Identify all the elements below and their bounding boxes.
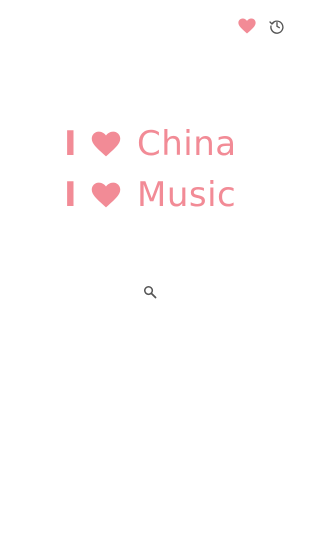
search-button[interactable] [141, 283, 159, 301]
hero-word: Music [137, 175, 237, 215]
search-icon [143, 285, 157, 299]
hero-line-china: I China [64, 122, 237, 166]
hero-line-music: I Music [64, 173, 236, 217]
hero-word: China [137, 124, 237, 164]
favorites-button[interactable] [237, 16, 257, 36]
hero-pronoun: I [64, 124, 78, 164]
heart-icon [91, 131, 121, 157]
heart-icon [91, 182, 121, 208]
hero-pronoun: I [64, 175, 78, 215]
history-button[interactable] [267, 16, 287, 36]
heart-icon [238, 18, 256, 34]
top-bar [0, 0, 300, 52]
clock-icon [269, 20, 284, 34]
